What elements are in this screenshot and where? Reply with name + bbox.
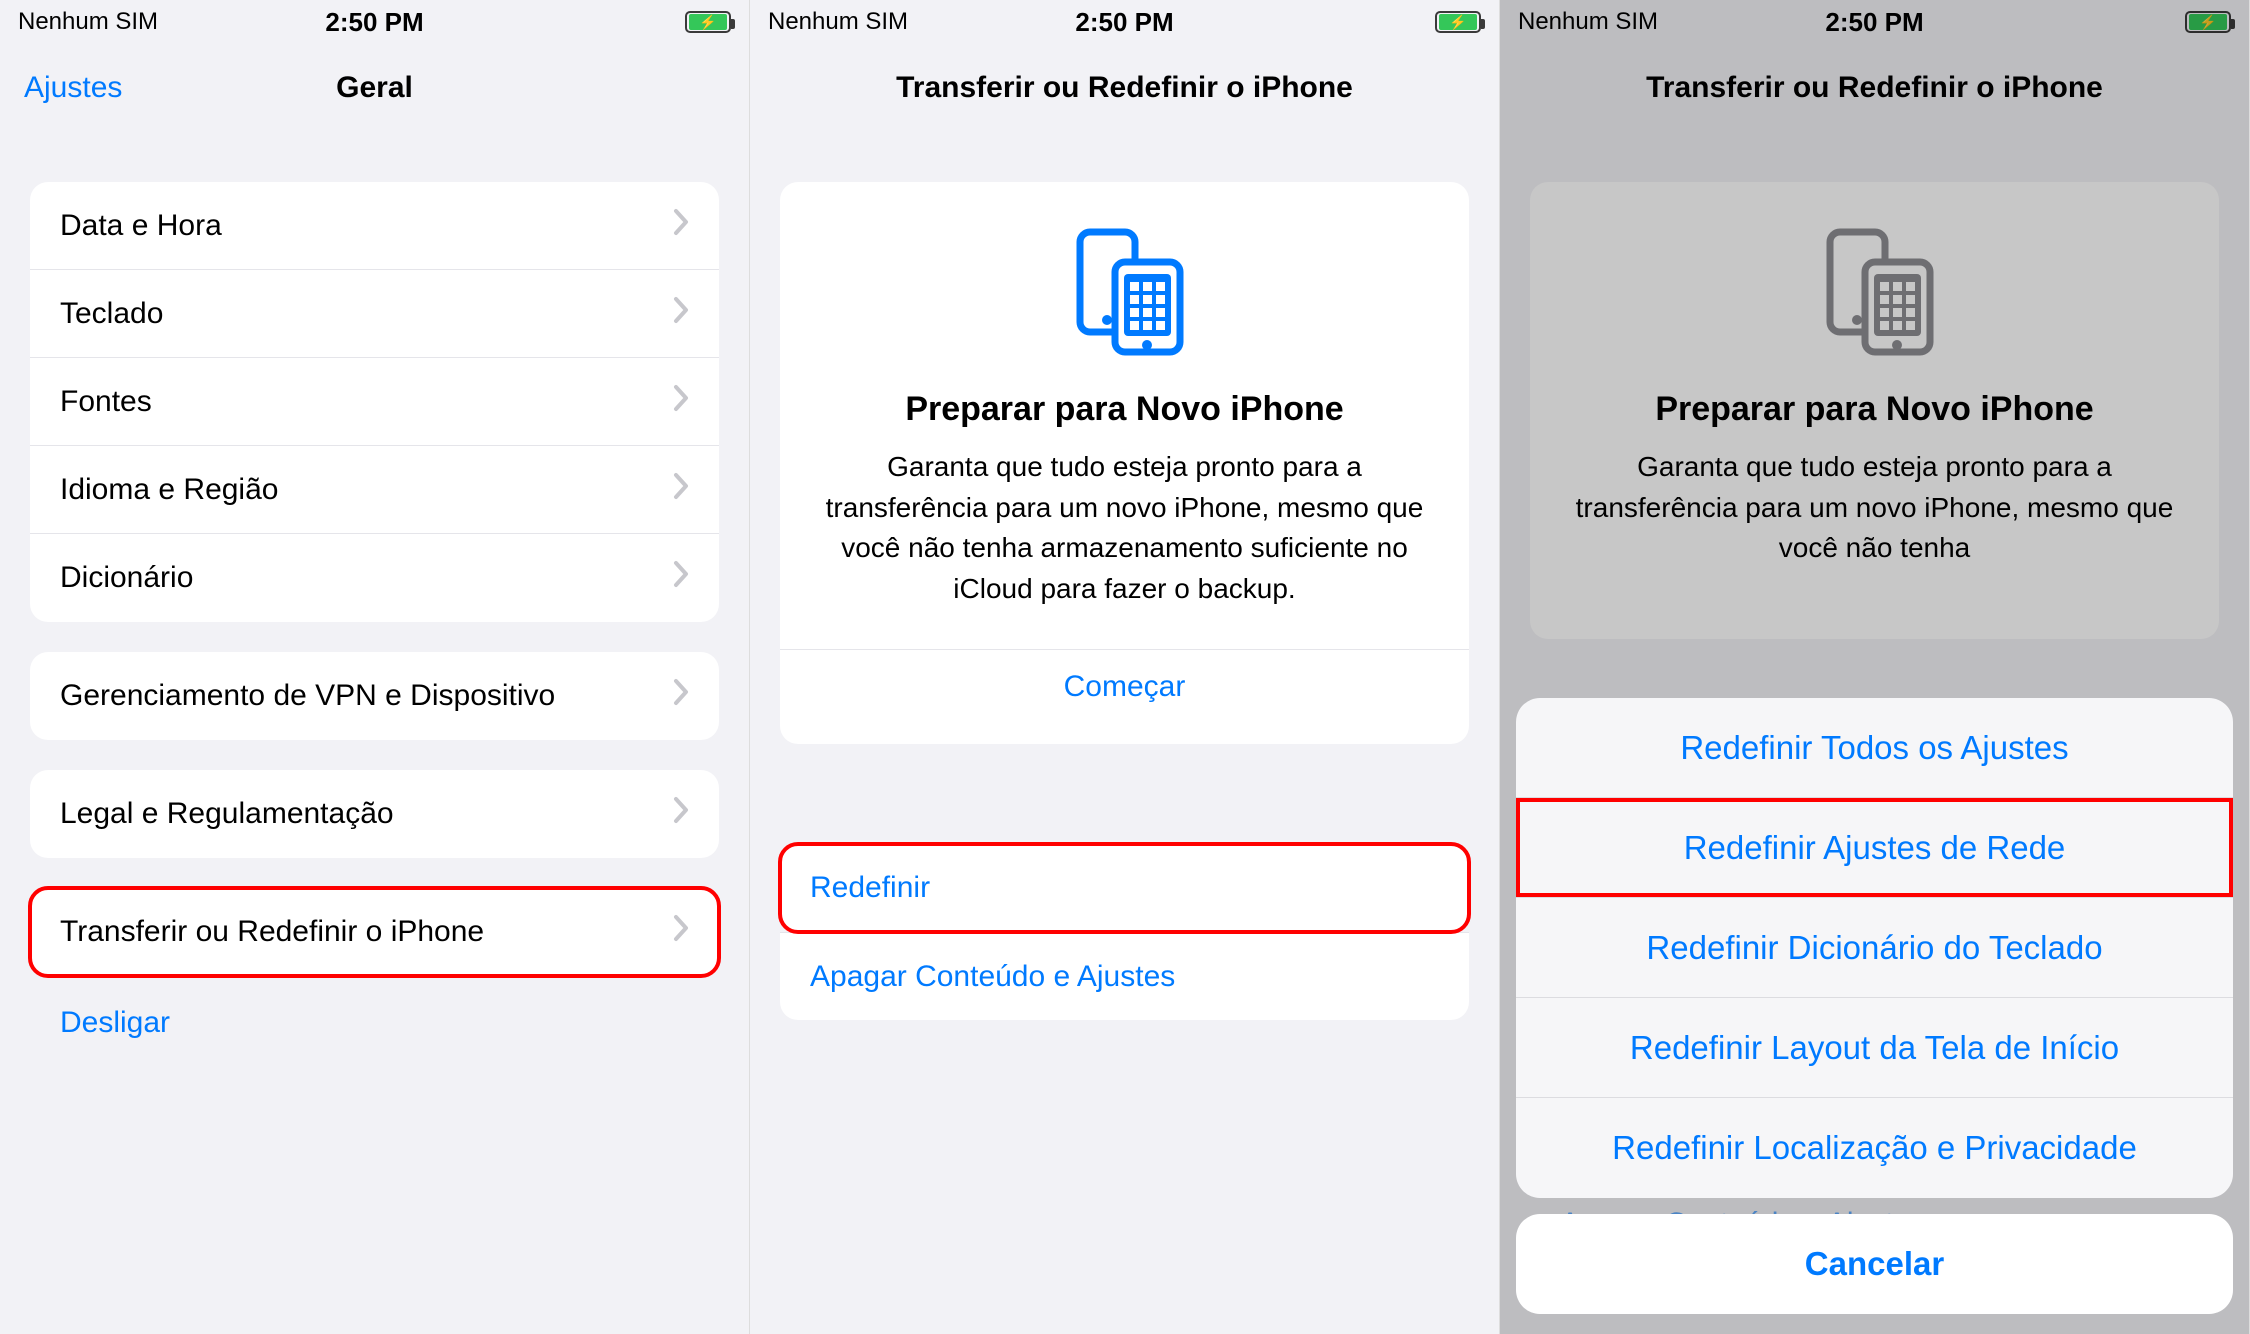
- clock-label: 2:50 PM: [1075, 7, 1173, 38]
- chevron-right-icon: [673, 384, 689, 420]
- shutdown-link[interactable]: Desligar: [60, 1006, 749, 1040]
- chevron-right-icon: [673, 560, 689, 596]
- row-legal-regulatory[interactable]: Legal e Regulamentação: [30, 770, 719, 858]
- row-label: Dicionário: [60, 561, 193, 595]
- content: Preparar para Novo iPhone Garanta que tu…: [750, 132, 1499, 1020]
- chevron-right-icon: [673, 208, 689, 244]
- row-label: Redefinir: [810, 871, 930, 905]
- cancel-button[interactable]: Cancelar: [1516, 1214, 2233, 1314]
- option-label: Redefinir Ajustes de Rede: [1684, 829, 2066, 867]
- back-label: Ajustes: [24, 71, 122, 105]
- row-date-time[interactable]: Data e Hora: [30, 182, 719, 270]
- begin-button[interactable]: Começar: [820, 660, 1429, 714]
- content: Data e Hora Teclado Fontes Idioma e Regi…: [0, 132, 749, 1040]
- divider: [780, 649, 1469, 650]
- card-body: Garanta que tudo esteja pronto para a tr…: [820, 447, 1429, 609]
- action-sheet: Redefinir Todos os Ajustes Redefinir Aju…: [1516, 698, 2233, 1314]
- settings-group-1: Data e Hora Teclado Fontes Idioma e Regi…: [30, 182, 719, 622]
- option-label: Redefinir Localização e Privacidade: [1612, 1129, 2137, 1167]
- settings-group-2: Gerenciamento de VPN e Dispositivo: [30, 652, 719, 740]
- row-reset[interactable]: Redefinir: [780, 844, 1469, 932]
- row-erase-all[interactable]: Apagar Conteúdo e Ajustes: [780, 932, 1469, 1020]
- page-title: Transferir ou Redefinir o iPhone: [896, 71, 1353, 105]
- row-label: Transferir ou Redefinir o iPhone: [60, 915, 484, 949]
- row-dictionary[interactable]: Dicionário: [30, 534, 719, 622]
- row-label: Idioma e Região: [60, 473, 278, 507]
- erase-group: Apagar Conteúdo e Ajustes: [780, 932, 1469, 1020]
- row-keyboard[interactable]: Teclado: [30, 270, 719, 358]
- settings-group-3: Legal e Regulamentação: [30, 770, 719, 858]
- status-bar: Nenhum SIM 2:50 PM ⚡: [0, 0, 749, 44]
- row-label: Teclado: [60, 297, 163, 331]
- reset-group: Redefinir: [780, 844, 1469, 932]
- screen-general-settings: Nenhum SIM 2:50 PM ⚡ Ajustes Geral Data …: [0, 0, 750, 1334]
- battery-icon: ⚡: [1435, 11, 1481, 33]
- carrier-label: Nenhum SIM: [768, 8, 908, 36]
- battery-icon: ⚡: [685, 11, 731, 33]
- cancel-label: Cancelar: [1805, 1245, 1944, 1283]
- chevron-right-icon: [673, 796, 689, 832]
- chevron-right-icon: [673, 296, 689, 332]
- carrier-label: Nenhum SIM: [18, 8, 158, 36]
- row-label: Apagar Conteúdo e Ajustes: [810, 960, 1175, 994]
- option-reset-location-privacy[interactable]: Redefinir Localização e Privacidade: [1516, 1098, 2233, 1198]
- sheet-options: Redefinir Todos os Ajustes Redefinir Aju…: [1516, 698, 2233, 1198]
- status-right: ⚡: [1435, 11, 1481, 33]
- option-reset-all-settings[interactable]: Redefinir Todos os Ajustes: [1516, 698, 2233, 798]
- option-label: Redefinir Layout da Tela de Início: [1630, 1029, 2119, 1067]
- settings-group-4: Transferir ou Redefinir o iPhone: [30, 888, 719, 976]
- clock-label: 2:50 PM: [325, 7, 423, 38]
- option-label: Redefinir Todos os Ajustes: [1680, 729, 2068, 767]
- nav-bar: Ajustes Geral: [0, 44, 749, 132]
- card-title: Preparar para Novo iPhone: [820, 390, 1429, 429]
- row-label: Legal e Regulamentação: [60, 797, 394, 831]
- option-label: Redefinir Dicionário do Teclado: [1646, 929, 2102, 967]
- row-fonts[interactable]: Fontes: [30, 358, 719, 446]
- option-reset-network-settings[interactable]: Redefinir Ajustes de Rede: [1516, 798, 2233, 898]
- row-transfer-reset[interactable]: Transferir ou Redefinir o iPhone: [30, 888, 719, 976]
- row-label: Gerenciamento de VPN e Dispositivo: [60, 679, 555, 713]
- row-label: Data e Hora: [60, 209, 222, 243]
- screen-reset-action-sheet: Nenhum SIM 2:50 PM ⚡ Transferir ou Redef…: [1500, 0, 2250, 1334]
- chevron-right-icon: [673, 472, 689, 508]
- screen-transfer-reset: Nenhum SIM 2:50 PM ⚡ Transferir ou Redef…: [750, 0, 1500, 1334]
- row-vpn-device-management[interactable]: Gerenciamento de VPN e Dispositivo: [30, 652, 719, 740]
- status-right: ⚡: [685, 11, 731, 33]
- row-language-region[interactable]: Idioma e Região: [30, 446, 719, 534]
- row-label: Fontes: [60, 385, 152, 419]
- option-reset-keyboard-dictionary[interactable]: Redefinir Dicionário do Teclado: [1516, 898, 2233, 998]
- chevron-right-icon: [673, 678, 689, 714]
- chevron-right-icon: [673, 914, 689, 950]
- status-bar: Nenhum SIM 2:50 PM ⚡: [750, 0, 1499, 44]
- nav-bar: Transferir ou Redefinir o iPhone: [750, 44, 1499, 132]
- back-button[interactable]: Ajustes: [18, 71, 122, 105]
- option-reset-home-screen-layout[interactable]: Redefinir Layout da Tela de Início: [1516, 998, 2233, 1098]
- page-title: Geral: [336, 71, 413, 105]
- prepare-new-iphone-card: Preparar para Novo iPhone Garanta que tu…: [780, 182, 1469, 744]
- devices-icon: [1050, 222, 1200, 362]
